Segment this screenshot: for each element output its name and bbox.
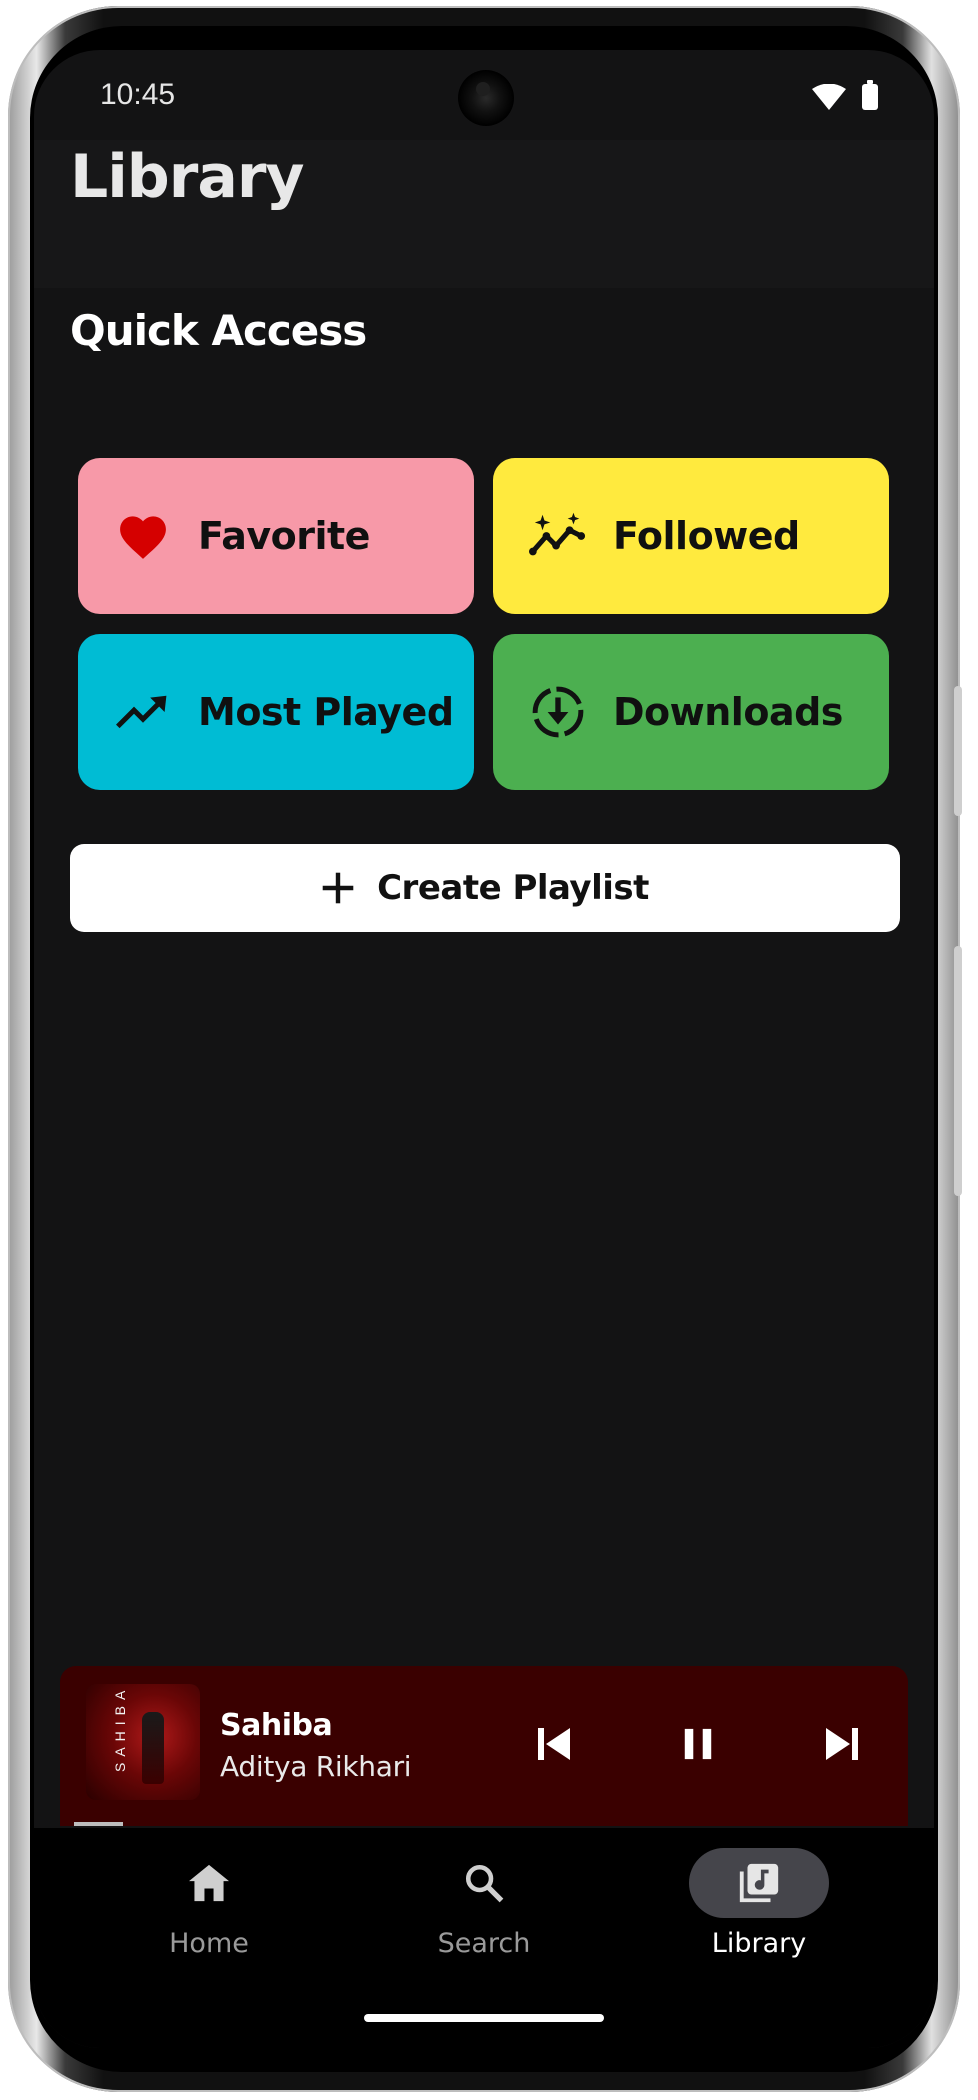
- front-camera: [458, 70, 514, 126]
- wifi-icon: [812, 84, 846, 110]
- home-indicator: [364, 2014, 604, 2022]
- nav-search-pill: [414, 1848, 554, 1918]
- nav-search-label: Search: [437, 1928, 531, 1959]
- skip-next-icon: [826, 1728, 858, 1760]
- nav-home-pill: [139, 1848, 279, 1918]
- app-screen: 10:45 Library Quick Access Favorite Foll…: [34, 50, 934, 2048]
- create-playlist-button[interactable]: Create Playlist: [70, 844, 900, 932]
- playback-progress-fill: [74, 1822, 124, 1826]
- nav-library-label: Library: [711, 1928, 807, 1959]
- album-art-figure: [142, 1712, 164, 1784]
- downloads-tile[interactable]: Downloads: [493, 634, 889, 790]
- library-music-icon: [739, 1863, 779, 1903]
- heart-icon: [114, 507, 172, 565]
- nav-library[interactable]: Library: [649, 1848, 869, 1978]
- skip-previous-icon: [538, 1728, 570, 1760]
- nav-home[interactable]: Home: [99, 1848, 319, 1978]
- album-art[interactable]: SAHIBA: [86, 1684, 200, 1800]
- download-circle-icon: [529, 683, 587, 741]
- volume-button: [954, 946, 962, 1196]
- followed-label: Followed: [613, 514, 800, 558]
- sparkle-trend-icon: [529, 507, 587, 565]
- nav-library-pill: [689, 1848, 829, 1918]
- skip-next-button[interactable]: [814, 1716, 870, 1772]
- page-title: Library: [70, 142, 305, 212]
- playback-progress[interactable]: [74, 1822, 894, 1826]
- followed-tile[interactable]: Followed: [493, 458, 889, 614]
- trending-up-icon: [114, 683, 172, 741]
- home-icon: [189, 1864, 229, 1902]
- mini-player[interactable]: SAHIBA Sahiba Aditya Rikhari: [60, 1666, 908, 1826]
- search-icon: [465, 1864, 504, 1903]
- create-playlist-label: Create Playlist: [377, 868, 649, 908]
- power-button: [954, 686, 962, 816]
- most-played-label: Most Played: [198, 690, 454, 734]
- status-bar: 10:45: [34, 50, 934, 140]
- nav-home-label: Home: [169, 1928, 249, 1959]
- song-artist: Aditya Rikhari: [220, 1750, 412, 1783]
- song-title: Sahiba: [220, 1708, 333, 1743]
- status-icons: [812, 80, 878, 110]
- pause-button[interactable]: [670, 1716, 726, 1772]
- favorite-label: Favorite: [198, 514, 370, 558]
- nav-search[interactable]: Search: [374, 1848, 594, 1978]
- downloads-label: Downloads: [613, 690, 843, 734]
- favorite-tile[interactable]: Favorite: [78, 458, 474, 614]
- album-art-text: SAHIBA: [112, 1684, 128, 1772]
- skip-previous-button[interactable]: [526, 1716, 582, 1772]
- status-time: 10:45: [100, 78, 176, 111]
- quick-access-title: Quick Access: [70, 306, 367, 355]
- most-played-tile[interactable]: Most Played: [78, 634, 474, 790]
- pause-icon: [684, 1728, 712, 1760]
- battery-icon: [862, 80, 878, 110]
- plus-icon: [322, 872, 354, 904]
